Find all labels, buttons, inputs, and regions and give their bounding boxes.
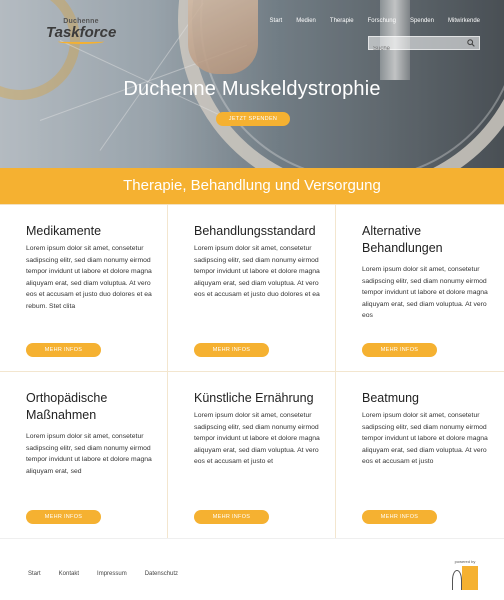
card-text: Lorem ipsum dolor sit amet, consetetur s…: [194, 245, 320, 299]
search-icon[interactable]: [467, 39, 475, 47]
search-box: [368, 36, 480, 55]
site-logo[interactable]: Duchenne Taskforce: [46, 18, 116, 44]
donate-button[interactable]: JETZT SPENDEN: [216, 112, 290, 126]
card-text: Lorem ipsum dolor sit amet, consetetur s…: [194, 412, 320, 466]
card-title: Orthopädische Maßnahmen: [26, 391, 108, 422]
footer-link-start[interactable]: Start: [28, 571, 41, 577]
section-title: Therapie, Behandlung und Versorgung: [123, 177, 381, 194]
more-info-button[interactable]: MEHR INFOS: [194, 343, 269, 357]
card-grid: Medikamente Lorem ipsum dolor sit amet, …: [0, 204, 504, 539]
card-orthopaedische-massnahmen: Orthopädische Maßnahmen Lorem ipsum dolo…: [0, 372, 168, 539]
more-info-button[interactable]: MEHR INFOS: [26, 510, 101, 524]
sponsor-logo-icon: [452, 566, 478, 592]
card-title: Alternative Behandlungen: [362, 224, 443, 255]
card-text: Lorem ipsum dolor sit amet, consetetur s…: [362, 266, 488, 320]
nav-item-forschung[interactable]: Forschung: [368, 18, 396, 24]
hero-banner: Duchenne Taskforce Start Medien Therapie…: [0, 0, 504, 168]
card-title: Künstliche Ernährung: [194, 391, 314, 405]
more-info-button[interactable]: MEHR INFOS: [194, 510, 269, 524]
footer-link-kontakt[interactable]: Kontakt: [59, 571, 79, 577]
nav-item-mitwirkende[interactable]: Mitwirkende: [448, 18, 480, 24]
section-banner: Therapie, Behandlung und Versorgung: [0, 168, 504, 204]
search-input[interactable]: [369, 43, 463, 55]
more-info-button[interactable]: MEHR INFOS: [362, 343, 437, 357]
card-text: Lorem ipsum dolor sit amet, consetetur s…: [26, 245, 152, 310]
nav-item-therapie[interactable]: Therapie: [330, 18, 354, 24]
site-footer: Start Kontakt Impressum Datenschutz powe…: [0, 538, 504, 600]
card-medikamente: Medikamente Lorem ipsum dolor sit amet, …: [0, 205, 168, 372]
footer-link-impressum[interactable]: Impressum: [97, 571, 127, 577]
hero-title: Duchenne Muskeldystrophie: [123, 78, 381, 100]
card-title: Beatmung: [362, 391, 419, 405]
card-text: Lorem ipsum dolor sit amet, consetetur s…: [362, 412, 488, 466]
footer-link-datenschutz[interactable]: Datenschutz: [145, 571, 178, 577]
card-behandlungsstandard: Behandlungsstandard Lorem ipsum dolor si…: [168, 205, 336, 372]
powered-by[interactable]: powered by: [452, 559, 478, 592]
card-text: Lorem ipsum dolor sit amet, consetetur s…: [26, 433, 152, 475]
nav-item-medien[interactable]: Medien: [296, 18, 316, 24]
more-info-button[interactable]: MEHR INFOS: [362, 510, 437, 524]
footer-links: Start Kontakt Impressum Datenschutz: [28, 571, 196, 577]
nav-item-spenden[interactable]: Spenden: [410, 18, 434, 24]
powered-by-label: powered by: [454, 559, 476, 564]
card-title: Medikamente: [26, 224, 102, 238]
card-beatmung: Beatmung Lorem ipsum dolor sit amet, con…: [336, 372, 504, 539]
nav-item-start[interactable]: Start: [270, 18, 283, 24]
card-kuenstliche-ernaehrung: Künstliche Ernährung Lorem ipsum dolor s…: [168, 372, 336, 539]
main-nav: Start Medien Therapie Forschung Spenden …: [256, 18, 480, 24]
more-info-button[interactable]: MEHR INFOS: [26, 343, 101, 357]
card-alternative-behandlungen: Alternative Behandlungen Lorem ipsum dol…: [336, 205, 504, 372]
card-title: Behandlungsstandard: [194, 224, 316, 238]
logo-line2: Taskforce: [46, 24, 117, 41]
